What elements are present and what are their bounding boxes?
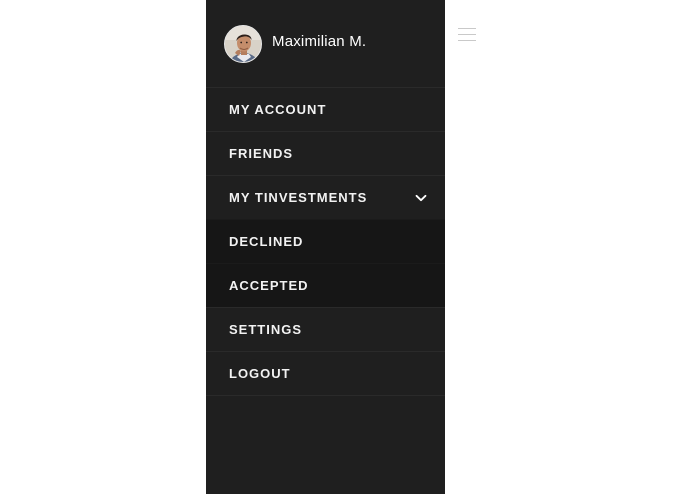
- menu-item-settings[interactable]: SETTINGS: [206, 307, 445, 351]
- chevron-down-icon[interactable]: [415, 192, 427, 204]
- menu-item-label: LOGOUT: [229, 366, 291, 381]
- hamburger-line: [458, 34, 476, 35]
- drawer-menu: MY ACCOUNT FRIENDS MY TINVESTMENTS DECLI…: [206, 87, 445, 396]
- avatar[interactable]: [224, 25, 262, 63]
- menu-item-label: SETTINGS: [229, 322, 303, 337]
- menu-item-my-account[interactable]: MY ACCOUNT: [206, 87, 445, 131]
- menu-item-my-tinvestments[interactable]: MY TINVESTMENTS: [206, 175, 445, 219]
- avatar-image: [225, 26, 261, 62]
- profile-name[interactable]: Maximilian M.: [272, 33, 366, 50]
- app-page: Maximilian M. MY ACCOUNT FRIENDS MY TINV…: [0, 0, 695, 494]
- side-drawer: Maximilian M. MY ACCOUNT FRIENDS MY TINV…: [206, 0, 445, 494]
- profile-header[interactable]: Maximilian M.: [206, 0, 445, 87]
- menu-item-label: ACCEPTED: [229, 278, 309, 293]
- hamburger-icon[interactable]: [458, 28, 476, 42]
- hamburger-line: [458, 40, 476, 41]
- menu-item-declined[interactable]: DECLINED: [206, 219, 445, 263]
- menu-item-label: MY TINVESTMENTS: [229, 190, 368, 205]
- menu-item-label: MY ACCOUNT: [229, 102, 327, 117]
- menu-item-label: FRIENDS: [229, 146, 294, 161]
- menu-item-accepted[interactable]: ACCEPTED: [206, 263, 445, 307]
- menu-item-label: DECLINED: [229, 234, 304, 249]
- menu-item-logout[interactable]: LOGOUT: [206, 351, 445, 396]
- menu-item-friends[interactable]: FRIENDS: [206, 131, 445, 175]
- hamburger-line: [458, 28, 476, 29]
